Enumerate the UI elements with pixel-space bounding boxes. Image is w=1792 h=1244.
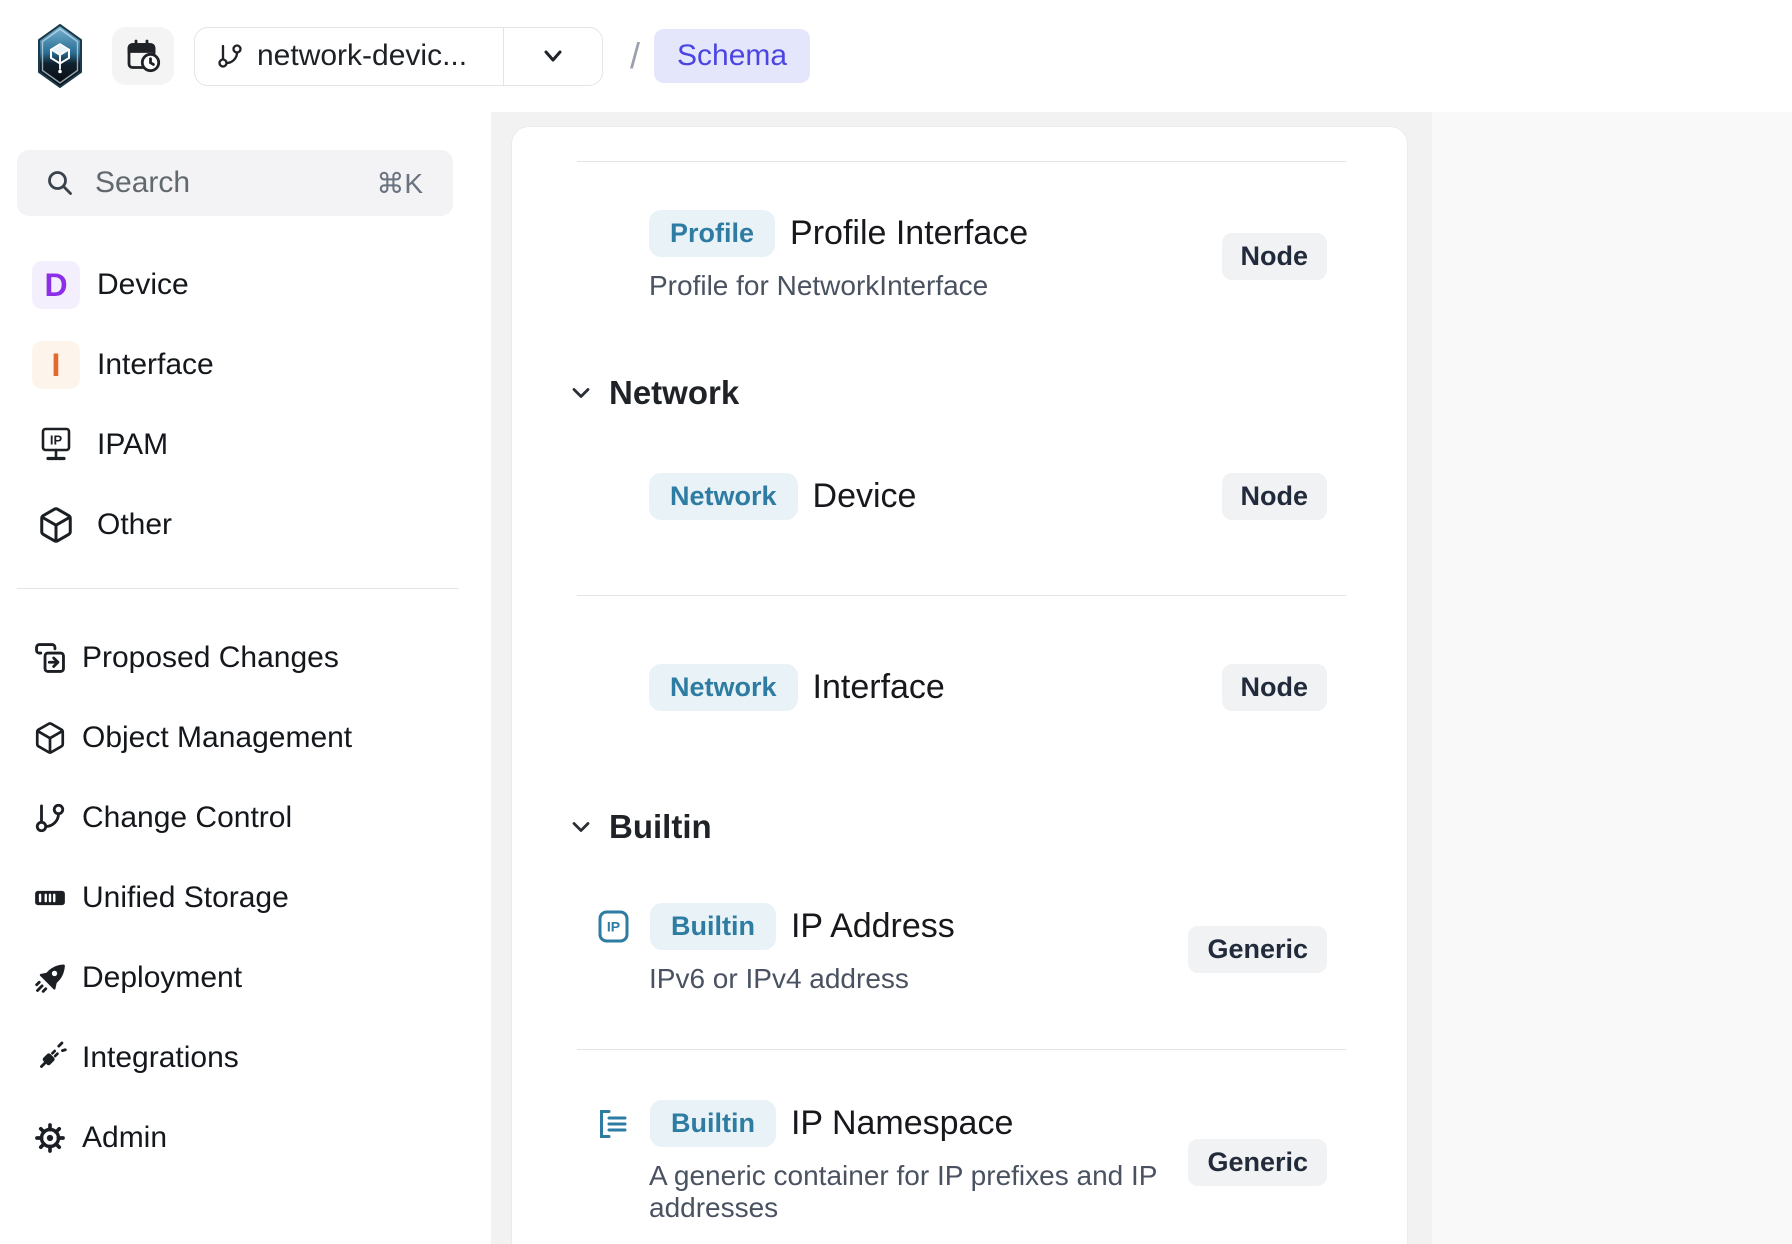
- schema-groups-nav: D Device I Interface IP IPAM: [0, 245, 491, 565]
- row-title: IP Address: [791, 907, 955, 946]
- schema-card: Profile Profile Interface Profile for Ne…: [511, 126, 1408, 1244]
- kind-badge: Generic: [1188, 1139, 1327, 1186]
- kind-badge: Generic: [1188, 926, 1327, 973]
- search-placeholder: Search: [95, 166, 356, 200]
- schema-row-ip-namespace[interactable]: Builtin IP Namespace A generic container…: [512, 1050, 1407, 1244]
- sidebar-item-change-control[interactable]: Change Control: [0, 778, 491, 858]
- sidebar-item-proposed-changes[interactable]: Proposed Changes: [0, 618, 491, 698]
- calendar-clock-icon: [125, 38, 161, 74]
- breadcrumb-schema[interactable]: Schema: [654, 29, 810, 83]
- cube-icon: [37, 506, 75, 544]
- breadcrumb-separator: /: [630, 35, 640, 77]
- rocket-icon: [33, 961, 67, 995]
- search-input[interactable]: Search ⌘K: [17, 150, 453, 216]
- branch-selector-current: network-devic...: [195, 28, 503, 85]
- category-badge: Builtin: [650, 903, 776, 950]
- category-badge: Network: [649, 473, 798, 520]
- time-travel-button[interactable]: [112, 27, 174, 85]
- sidebar-item-device[interactable]: D Device: [0, 245, 491, 325]
- kind-badge: Node: [1222, 664, 1328, 711]
- search-shortcut: ⌘K: [376, 167, 423, 200]
- kind-badge: Node: [1222, 473, 1328, 520]
- schema-row-ip-address[interactable]: IP Builtin IP Address IPv6 or IPv4 addre…: [512, 870, 1407, 1049]
- sidebar-item-ipam[interactable]: IP IPAM: [0, 405, 491, 485]
- branch-name: network-devic...: [257, 39, 467, 73]
- branch-selector[interactable]: network-devic...: [194, 27, 603, 86]
- section-title: Builtin: [609, 808, 712, 846]
- schema-list-panel: Profile Profile Interface Profile for Ne…: [491, 112, 1432, 1244]
- sidebar-item-admin[interactable]: Admin: [0, 1098, 491, 1178]
- gear-icon: [33, 1121, 67, 1155]
- sidebar-item-unified-storage[interactable]: Unified Storage: [0, 858, 491, 938]
- git-branch-icon: [216, 42, 244, 70]
- sidebar-item-interface[interactable]: I Interface: [0, 325, 491, 405]
- section-header-network[interactable]: Network: [512, 330, 1407, 436]
- truncated-row-divider: [577, 127, 1346, 162]
- row-title: IP Namespace: [791, 1104, 1013, 1143]
- row-subtitle: Profile for NetworkInterface: [649, 270, 1222, 302]
- plug-icon: [33, 1041, 67, 1075]
- search-icon: [45, 168, 75, 198]
- row-title: Interface: [813, 668, 945, 707]
- ip-address-icon: IP: [598, 910, 629, 943]
- ip-namespace-icon: [598, 1108, 629, 1140]
- section-title: Network: [609, 374, 739, 412]
- row-subtitle: A generic container for IP prefixes and …: [649, 1160, 1188, 1224]
- category-badge: Builtin: [650, 1100, 776, 1147]
- branch-selector-toggle[interactable]: [503, 28, 602, 85]
- category-badge: Profile: [649, 210, 775, 257]
- chevron-down-icon: [538, 41, 568, 71]
- chevron-down-icon: [568, 380, 594, 406]
- schema-row-network-interface[interactable]: Network Interface Node: [512, 596, 1407, 781]
- svg-text:IP: IP: [50, 433, 63, 448]
- svg-text:IP: IP: [607, 919, 620, 935]
- ipam-icon: IP: [35, 424, 77, 466]
- section-header-builtin[interactable]: Builtin: [512, 781, 1407, 870]
- schema-row-profile-interface[interactable]: Profile Profile Interface Profile for Ne…: [512, 162, 1407, 330]
- sidebar-item-deployment[interactable]: Deployment: [0, 938, 491, 1018]
- row-title: Profile Interface: [790, 214, 1028, 253]
- chevron-down-icon: [568, 814, 594, 840]
- sidebar-item-object-management[interactable]: Object Management: [0, 698, 491, 778]
- sidebar-divider: [17, 588, 459, 589]
- git-branch-icon: [33, 801, 67, 835]
- schema-row-network-device[interactable]: Network Device Node: [512, 436, 1407, 595]
- interface-letter-icon: I: [32, 341, 80, 389]
- app-nav: Proposed Changes Object Management: [0, 618, 491, 1178]
- row-title: Device: [813, 477, 917, 516]
- category-badge: Network: [649, 664, 798, 711]
- sidebar-item-integrations[interactable]: Integrations: [0, 1018, 491, 1098]
- sidebar-item-other[interactable]: Other: [0, 485, 491, 565]
- infrahub-logo-icon[interactable]: [38, 24, 82, 88]
- sidebar: Search ⌘K D Device I Interface IP: [0, 112, 491, 1244]
- cube-icon: [33, 721, 67, 755]
- storage-server-icon: [33, 881, 67, 915]
- row-subtitle: IPv6 or IPv4 address: [649, 963, 1188, 995]
- device-letter-icon: D: [32, 261, 80, 309]
- proposed-changes-icon: [33, 641, 67, 675]
- kind-badge: Node: [1222, 233, 1328, 280]
- topbar: network-devic... / Schema: [0, 0, 1792, 112]
